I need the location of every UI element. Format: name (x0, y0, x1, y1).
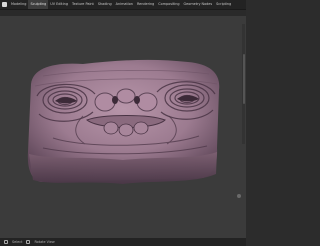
navigation-gizmo-icon[interactable] (237, 194, 241, 198)
3d-viewport[interactable] (0, 16, 246, 238)
tab-compositing[interactable]: Compositing (156, 0, 181, 9)
blender-window: Modeling Sculpting UV Editing Texture Pa… (0, 0, 246, 246)
tab-texture-paint[interactable]: Texture Paint (70, 0, 96, 9)
tab-geometry-nodes[interactable]: Geometry Nodes (182, 0, 215, 9)
status-right-text: Rotate View (34, 240, 55, 244)
viewport-scrollbar[interactable] (242, 24, 245, 144)
status-bar: Select Rotate View (0, 238, 246, 246)
tab-modeling[interactable]: Modeling (9, 0, 28, 9)
tab-sculpting[interactable]: Sculpting (28, 0, 49, 9)
mouse-icon (4, 240, 8, 244)
tab-animation[interactable]: Animation (114, 0, 135, 9)
tab-scripting[interactable]: Scripting (214, 0, 233, 9)
tab-uv-editing[interactable]: UV Editing (48, 0, 70, 9)
workspace-tab-bar: Modeling Sculpting UV Editing Texture Pa… (0, 0, 246, 10)
blender-logo-icon[interactable] (2, 2, 7, 7)
status-left-text: Select (12, 240, 23, 244)
sculpted-face-mesh (27, 59, 220, 184)
tab-rendering[interactable]: Rendering (135, 0, 156, 9)
tab-shading[interactable]: Shading (96, 0, 114, 9)
mouse-middle-icon (26, 240, 31, 244)
